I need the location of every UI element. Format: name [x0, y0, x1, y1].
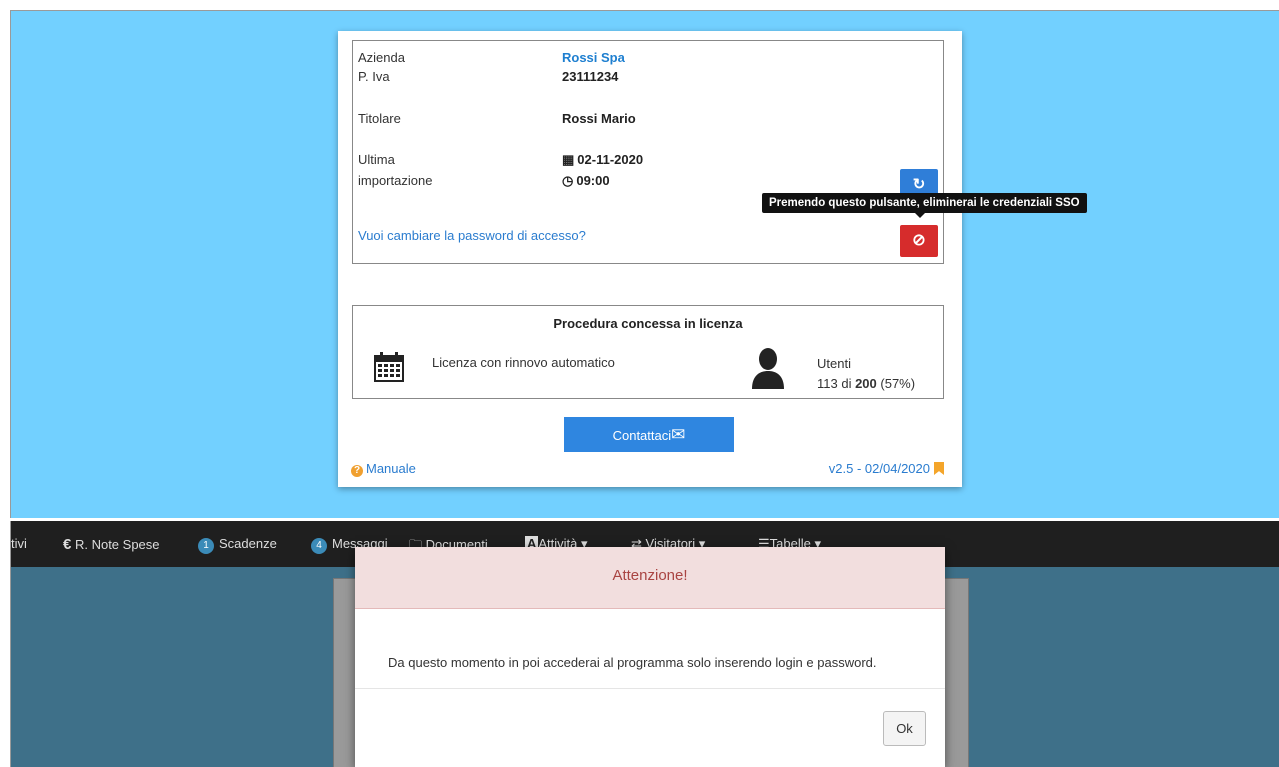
import-date: ▦ 02-11-2020 [562, 152, 643, 168]
import-time: ◷ 09:00 [562, 173, 610, 189]
modal-body-text: Da questo momento in poi accederai al pr… [388, 655, 877, 670]
contact-label: Contattaci [612, 428, 672, 443]
importazione-label: importazione [358, 173, 433, 188]
piva-label: P. Iva [358, 69, 390, 84]
nav-item-tivi[interactable]: tivi [11, 536, 27, 551]
ok-button[interactable]: Ok [883, 711, 926, 746]
bookmark-icon [934, 462, 944, 475]
modal-title: Attenzione! [612, 567, 688, 584]
modal-header: Attenzione! [355, 547, 945, 609]
calendar-icon: ▦ [562, 152, 575, 167]
bottom-screen: tivi € R. Note Spese 1 Scadenze 4 Messaggi… [10, 521, 1279, 767]
nav-label-tivi: tivi [11, 536, 27, 551]
question-icon: ? [351, 465, 363, 477]
tooltip-arrow [914, 212, 926, 218]
import-time-value: 09:00 [576, 173, 610, 188]
license-box: Procedura concessa in licenza Licenza co… [352, 305, 944, 399]
scadenze-badge: 1 [198, 538, 214, 554]
top-screen: Azienda Rossi Spa P. Iva 23111234 Titola… [10, 10, 1279, 518]
calendar-large-icon [374, 352, 404, 382]
import-date-value: 02-11-2020 [577, 152, 644, 167]
manual-link[interactable]: ? Manuale [351, 461, 416, 477]
refresh-icon: ↻ [912, 176, 926, 193]
sso-tooltip: Premendo questo pulsante, eliminerai le … [762, 193, 1087, 213]
utenti-used: 113 [817, 376, 838, 391]
utenti-total: 200 [855, 376, 877, 391]
version-label: v2.5 - 02/04/2020 [828, 461, 930, 476]
clock-icon: ◷ [562, 173, 574, 188]
ban-icon: ⊘ [912, 232, 926, 249]
license-text: Licenza con rinnovo automatico [432, 355, 615, 370]
envelope-icon: ✉ [671, 425, 686, 444]
nav-label-scadenze: Scadenze [219, 536, 277, 551]
titolare-value: Rossi Mario [562, 111, 636, 126]
modal-divider [355, 688, 945, 689]
utenti-count: 113 di 200 (57%) [817, 376, 915, 391]
version-link[interactable]: v2.5 - 02/04/2020 [829, 461, 944, 476]
messaggi-badge: 4 [311, 538, 327, 554]
change-password-link[interactable]: Vuoi cambiare la password di accesso? [358, 228, 586, 243]
alert-modal: Attenzione! Da questo momento in poi acc… [355, 547, 945, 767]
account-info-box: Azienda Rossi Spa P. Iva 23111234 Titola… [352, 40, 944, 264]
account-card: Azienda Rossi Spa P. Iva 23111234 Titola… [338, 31, 962, 487]
titolare-label: Titolare [358, 111, 401, 126]
utenti-of: di [837, 376, 856, 391]
euro-icon: € [63, 536, 72, 553]
nav-item-scadenze[interactable]: 1 Scadenze [198, 536, 277, 554]
utenti-label: Utenti [817, 356, 851, 371]
azienda-label: Azienda [358, 50, 405, 65]
nav-item-note-spese[interactable]: € R. Note Spese [63, 536, 160, 553]
contact-button[interactable]: Contattaci✉ [564, 417, 734, 452]
azienda-value[interactable]: Rossi Spa [562, 50, 625, 65]
remove-sso-button[interactable]: ⊘ [900, 225, 938, 257]
manual-label: Manuale [366, 461, 416, 476]
user-icon [752, 348, 784, 389]
piva-value: 23111234 [562, 69, 619, 84]
nav-label-note-spese: R. Note Spese [74, 537, 160, 552]
license-title: Procedura concessa in licenza [553, 316, 743, 331]
ultima-label: Ultima [358, 152, 395, 167]
utenti-pct: (57%) [876, 376, 916, 391]
